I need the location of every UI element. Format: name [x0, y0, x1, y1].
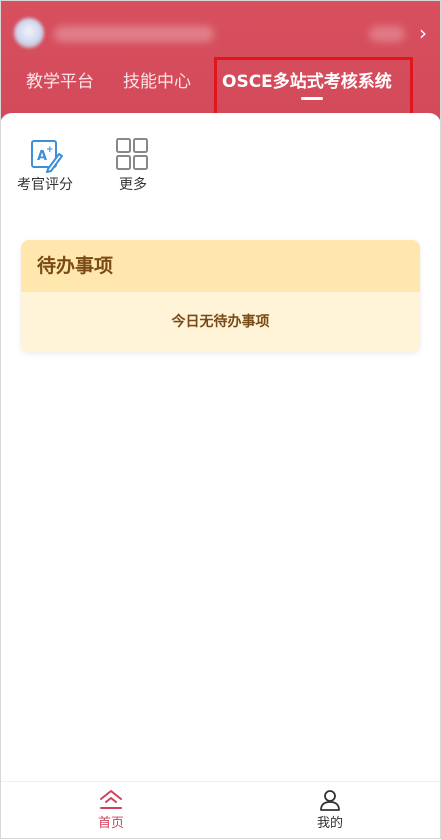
main-content: [0, 113, 441, 781]
tabbar-mine-label: 我的: [316, 816, 343, 831]
tabbar-mine[interactable]: 我的: [300, 788, 360, 831]
exam-scoring-icon: A +: [25, 138, 65, 174]
tab-teaching-platform[interactable]: 教学平台: [26, 72, 94, 92]
more-grid-icon: [113, 138, 153, 174]
app-more-label: 更多: [119, 177, 147, 193]
todo-title: 待办事项: [21, 240, 420, 292]
bottom-tabbar: 首页 我的: [0, 781, 441, 840]
chevron-right-icon[interactable]: ›: [419, 22, 427, 44]
tab-skill-center[interactable]: 技能中心: [123, 72, 191, 92]
account-info-blurred: [369, 26, 405, 42]
todo-empty-message: 今日无待办事项: [171, 314, 270, 330]
app-exam-scoring-label: 考官评分: [17, 177, 73, 193]
user-info-row[interactable]: ›: [0, 18, 441, 50]
svg-text:+: +: [46, 145, 54, 155]
tabbar-home[interactable]: 首页: [81, 788, 141, 831]
avatar[interactable]: [14, 18, 44, 48]
todo-card: 待办事项 今日无待办事项: [21, 240, 420, 352]
app-exam-scoring[interactable]: A + 考官评分: [10, 138, 80, 198]
app-more[interactable]: 更多: [98, 138, 168, 198]
user-icon: [317, 788, 343, 812]
home-icon: [98, 788, 124, 812]
tabbar-home-label: 首页: [97, 816, 124, 831]
user-name-blurred: [54, 26, 214, 42]
